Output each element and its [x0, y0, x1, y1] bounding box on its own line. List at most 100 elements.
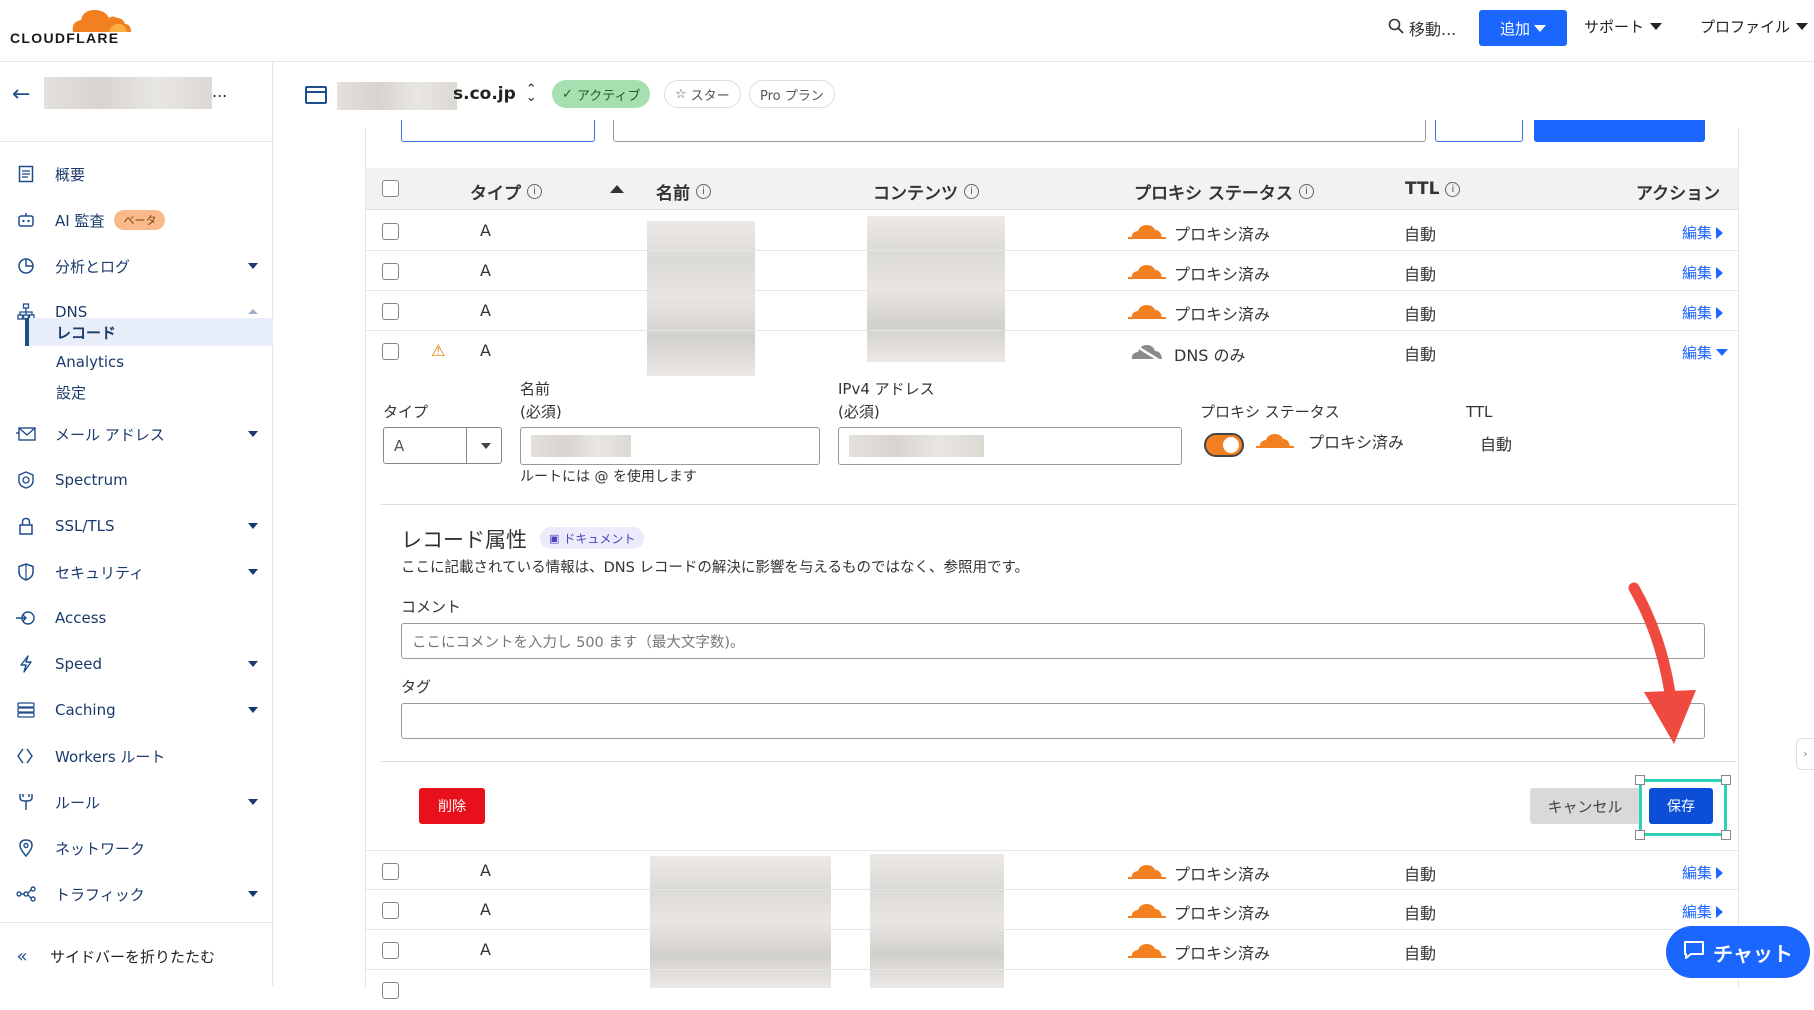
tag-input[interactable] [401, 703, 1705, 739]
import-button-clipped[interactable] [1435, 120, 1523, 142]
table-row-clipped[interactable] [366, 970, 1738, 1010]
sidebar-subitem-records[interactable]: レコード [25, 318, 273, 346]
status-badge-label: アクティブ [576, 88, 641, 104]
table-row[interactable]: A プロキシ済み 自動 編集 [366, 850, 1738, 890]
select-all-checkbox[interactable] [382, 180, 399, 197]
info-icon: i [1298, 184, 1314, 199]
edit-link[interactable]: 編集 [1682, 901, 1724, 922]
chevron-down-icon [1650, 23, 1663, 30]
sidebar-item-email[interactable]: メール アドレス [0, 416, 273, 452]
column-header-type[interactable]: タイプ i [470, 179, 542, 204]
star-icon: ☆ [675, 86, 687, 102]
check-icon: ✓ [562, 86, 573, 102]
column-header-name[interactable]: 名前 i [656, 179, 711, 204]
record-attributes-description: ここに記載されている情報は、DNS レコードの解決に影響を与えるものではなく、参… [401, 560, 1030, 576]
row-checkbox[interactable] [382, 223, 399, 240]
sidebar-item-ssl-tls[interactable]: SSL/TLS [0, 508, 273, 544]
sidebar-item-network[interactable]: ネットワーク [0, 830, 273, 866]
filter-button-clipped[interactable] [401, 120, 595, 142]
sidebar-subitem-analytics[interactable]: Analytics [0, 348, 273, 376]
row-checkbox[interactable] [382, 942, 399, 959]
ipv4-field-label: IPv4 アドレス (必須) [838, 378, 935, 424]
name-field-label: 名前 (必須) [520, 378, 562, 424]
cancel-button[interactable]: キャンセル [1530, 788, 1640, 824]
triangle-right-icon [1716, 905, 1724, 918]
row-checkbox[interactable] [382, 902, 399, 919]
sidebar-item-security[interactable]: セキュリティ [0, 554, 273, 590]
proxy-status: プロキシ済み [1128, 861, 1270, 885]
delete-button[interactable]: 削除 [419, 788, 485, 824]
proxy-toggle[interactable] [1204, 433, 1244, 457]
sidebar-item-label: SSL/TLS [55, 517, 115, 535]
table-row[interactable]: A プロキシ済み 自動 編集 [366, 251, 1738, 291]
zone-selector[interactable]: s.co.jp ⌃ ⌄ [453, 82, 537, 105]
triangle-right-icon [1716, 266, 1724, 279]
sidebar-item-overview[interactable]: 概要 [0, 156, 273, 192]
record-type: A [480, 861, 491, 880]
row-checkbox[interactable] [382, 343, 399, 360]
edit-link[interactable]: 編集 [1682, 222, 1724, 243]
table-row[interactable]: A プロキシ済み 自動 [366, 930, 1738, 970]
name-input[interactable] [520, 427, 820, 465]
comment-input[interactable]: ここにコメントを入力し 500 ます（最大文字数)。 [401, 623, 1705, 659]
sidebar-item-label: Speed [55, 655, 103, 673]
documentation-badge[interactable]: ▣ ドキュメント [540, 527, 645, 549]
edit-link[interactable]: 編集 [1682, 302, 1724, 323]
ipv4-input[interactable] [838, 427, 1182, 465]
quick-search[interactable]: 移動... [1388, 16, 1456, 40]
sidebar-subitem-label: レコード [56, 323, 117, 342]
side-panel-toggle-icon[interactable]: › [1796, 738, 1814, 770]
collapse-sidebar-label: サイドバーを折りたたむ [50, 947, 216, 966]
sidebar-item-analytics-logs[interactable]: 分析とログ [0, 248, 273, 284]
column-header-ttl[interactable]: TTL i [1405, 179, 1461, 199]
table-row[interactable]: A プロキシ済み 自動 編集 [366, 291, 1738, 331]
support-menu[interactable]: サポート [1584, 16, 1663, 37]
sidebar-subitem-settings[interactable]: 設定 [0, 378, 273, 406]
proxy-status-label: プロキシ済み [1174, 265, 1271, 284]
swap-vertical-icon: ⌃ ⌄ [525, 82, 537, 105]
resize-handle [1635, 775, 1645, 785]
type-select[interactable]: A [383, 427, 502, 464]
back-arrow-icon[interactable]: ← [12, 82, 30, 107]
star-label: スター [690, 88, 730, 104]
documentation-badge-label: ドキュメント [563, 531, 636, 546]
support-label: サポート [1584, 18, 1645, 36]
add-button[interactable]: 追加 [1479, 10, 1567, 46]
chevron-down-icon [248, 661, 258, 667]
collapse-sidebar-button[interactable]: « サイドバーを折りたたむ [0, 938, 273, 974]
triangle-right-icon [1716, 866, 1724, 879]
sidebar-item-label: 分析とログ [55, 257, 131, 276]
sort-ascending-icon[interactable] [610, 185, 624, 193]
ttl-value: 自動 [1404, 865, 1437, 884]
sidebar-item-traffic[interactable]: トラフィック [0, 876, 273, 912]
search-input-clipped[interactable] [613, 120, 1426, 142]
workers-icon [16, 746, 36, 766]
add-record-button-clipped[interactable] [1534, 120, 1705, 142]
edit-link[interactable]: 編集 [1682, 262, 1724, 283]
sidebar-item-access[interactable]: Access [0, 600, 273, 636]
table-row[interactable]: A プロキシ済み 自動 編集 [366, 890, 1738, 930]
sidebar-item-rules[interactable]: ルール [0, 784, 273, 820]
star-button[interactable]: ☆ スター [664, 80, 741, 108]
sidebar-item-caching[interactable]: Caching [0, 692, 273, 728]
row-checkbox[interactable] [382, 982, 399, 999]
column-header-proxy-status[interactable]: プロキシ ステータス i [1134, 179, 1314, 204]
sidebar-item-workers-routes[interactable]: Workers ルート [0, 738, 273, 774]
profile-menu[interactable]: プロファイル [1700, 16, 1809, 37]
row-checkbox[interactable] [382, 863, 399, 880]
sidebar-item-speed[interactable]: Speed [0, 646, 273, 682]
chat-button[interactable]: チャット [1666, 926, 1810, 978]
sidebar-item-spectrum[interactable]: Spectrum [0, 462, 273, 498]
edit-link-expanded[interactable]: 編集 [1682, 342, 1729, 363]
row-checkbox[interactable] [382, 263, 399, 280]
account-name-redacted [44, 77, 212, 109]
ttl-field-label: TTL [1466, 403, 1493, 421]
table-row-expanded[interactable]: ⚠ A DNS のみ 自動 編集 [366, 331, 1738, 371]
tag-field-label: タグ [401, 678, 432, 696]
column-header-content[interactable]: コンテンツ i [873, 179, 979, 204]
row-checkbox[interactable] [382, 303, 399, 320]
divider [381, 504, 1737, 505]
edit-link[interactable]: 編集 [1682, 862, 1724, 883]
table-row[interactable]: A プロキシ済み 自動 編集 [366, 211, 1738, 251]
sidebar-item-ai-audit[interactable]: AI 監査 ベータ [0, 202, 273, 238]
